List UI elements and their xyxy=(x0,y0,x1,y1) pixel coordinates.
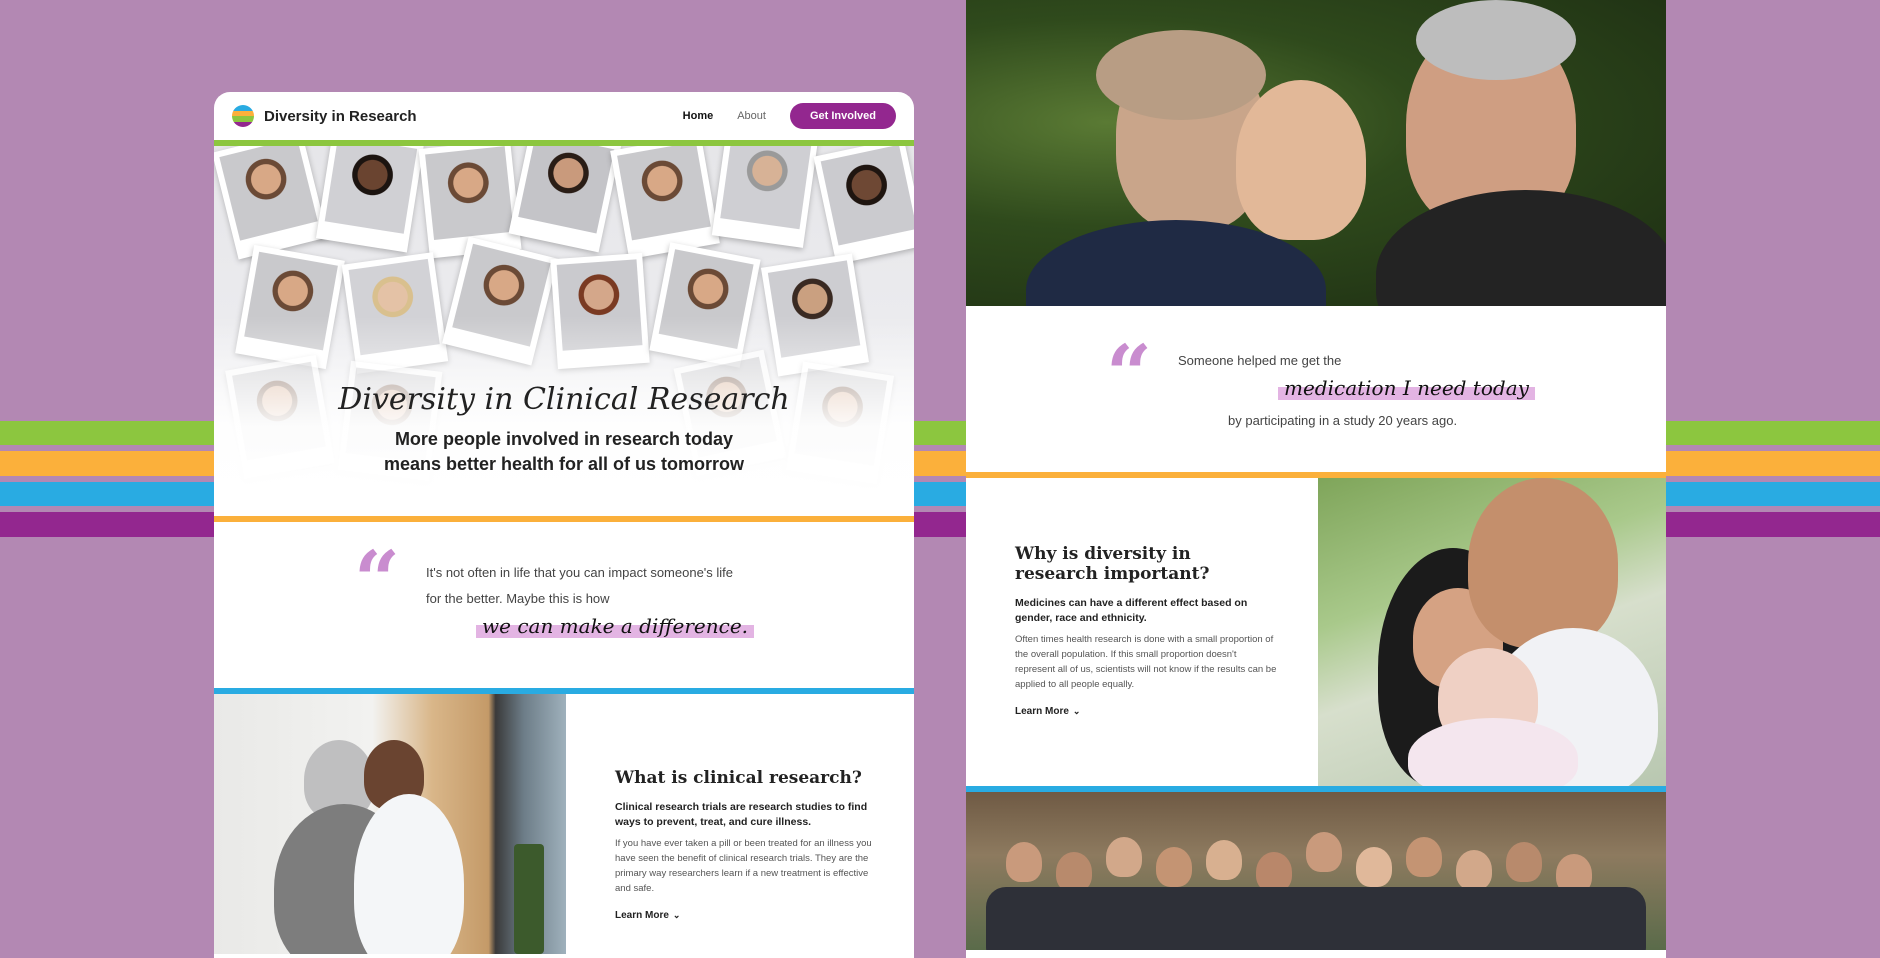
why-diversity-section: Why is diversity in research important? … xyxy=(966,478,1666,786)
why-diversity-title: Why is diversity in research important? xyxy=(1015,544,1210,584)
quote2-line-2: by participating in a study 20 years ago… xyxy=(1228,413,1458,428)
striped-circle-icon[interactable] xyxy=(232,105,254,127)
content-card: “ Someone helped me get the medication I… xyxy=(966,0,1666,958)
quote-icon-2: “ xyxy=(1106,327,1153,421)
clinical-research-title: What is clinical research? xyxy=(615,768,862,788)
learn-more-link[interactable]: Learn More ⌄ xyxy=(615,910,884,921)
chevron-down-icon: ⌄ xyxy=(672,910,681,920)
testimonial-quote-2: “ Someone helped me get the medication I… xyxy=(966,306,1666,472)
quote-icon: “ xyxy=(354,533,401,627)
clinical-research-lead: Clinical research trials are research st… xyxy=(615,801,868,828)
mother-father-baby-photo xyxy=(1318,478,1666,786)
hero-subtitle-line1: More people involved in research today xyxy=(394,429,734,449)
quote-line-1: It's not often in life that you can impa… xyxy=(426,565,734,580)
group-photo xyxy=(966,792,1666,950)
learn-more-label-2: Learn More xyxy=(1015,706,1069,717)
hero-title: Diversity in Clinical Research xyxy=(338,382,790,417)
family-photo xyxy=(966,0,1666,306)
quote-highlight: we can make a difference. xyxy=(476,614,755,638)
nav-link-home[interactable]: Home xyxy=(683,110,714,122)
chevron-down-icon: ⌄ xyxy=(1072,706,1081,716)
quote-line-2: for the better. Maybe this is how xyxy=(426,591,610,606)
quote2-line-1: Someone helped me get the xyxy=(1178,353,1342,368)
hero-banner: Diversity in Clinical Research More peop… xyxy=(214,146,914,516)
quote2-highlight: medication I need today xyxy=(1278,376,1535,400)
learn-more-link-2[interactable]: Learn More ⌄ xyxy=(1015,706,1278,717)
get-involved-button[interactable]: Get Involved xyxy=(789,103,896,129)
top-nav: Diversity in Research Home About Get Inv… xyxy=(214,92,914,146)
why-diversity-body: Often times health research is done with… xyxy=(1015,634,1277,690)
learn-more-label: Learn More xyxy=(615,910,669,921)
clinical-research-body: If you have ever taken a pill or been tr… xyxy=(615,838,872,894)
clinical-research-section: What is clinical research? Clinical rese… xyxy=(214,694,914,954)
homepage-card: Diversity in Research Home About Get Inv… xyxy=(214,92,914,958)
doctor-patient-photo xyxy=(214,694,566,954)
brand-name[interactable]: Diversity in Research xyxy=(264,108,417,125)
hero-subtitle-line2: means better health for all of us tomorr… xyxy=(383,454,745,474)
why-diversity-lead: Medicines can have a different effect ba… xyxy=(1015,597,1248,624)
testimonial-quote: “ It's not often in life that you can im… xyxy=(214,522,914,688)
nav-link-about[interactable]: About xyxy=(737,110,766,122)
